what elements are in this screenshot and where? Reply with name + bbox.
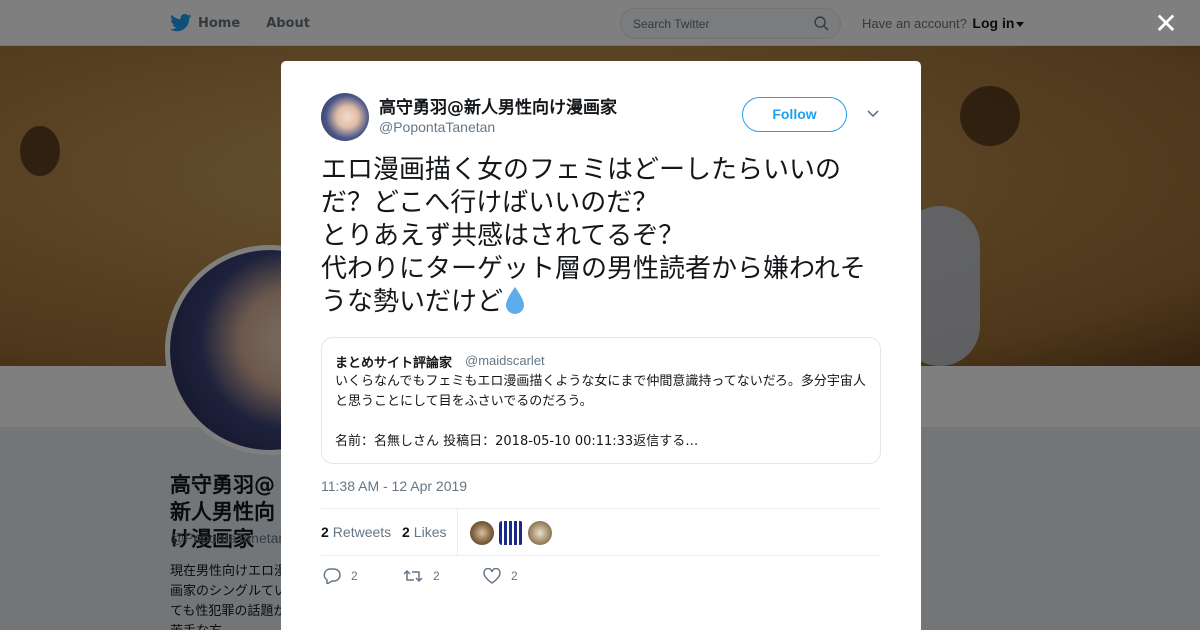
stats-divider (457, 509, 458, 555)
chevron-down-icon[interactable] (867, 110, 879, 118)
retweet-icon (403, 569, 423, 583)
liker-avatar[interactable] (499, 521, 523, 545)
author-name[interactable]: 高守勇羽@新人男性向け漫画家 (379, 93, 617, 118)
retweets-label: Retweets (332, 524, 392, 540)
quoted-tweet-text: いくらなんでもフェミもエロ漫画描くような女にまで仲間意識持ってないだろ。多分宇宙… (335, 374, 866, 449)
likes-count: 2 (402, 524, 410, 540)
likes-stat[interactable]: 2 Likes (402, 524, 446, 540)
follow-button[interactable]: Follow (742, 97, 847, 132)
reply-icon (323, 568, 341, 584)
retweets-stat[interactable]: 2 Retweets (321, 524, 391, 540)
retweets-count: 2 (321, 524, 329, 540)
tweet-timestamp[interactable]: 11:38 AM - 12 Apr 2019 (321, 478, 467, 494)
reply-action[interactable]: 2 (323, 568, 358, 584)
droplet-emoji-icon (506, 287, 525, 314)
reply-count: 2 (351, 569, 358, 583)
liker-avatar[interactable] (470, 521, 494, 545)
liker-avatar[interactable] (528, 521, 552, 545)
like-count: 2 (511, 569, 518, 583)
likes-label: Likes (413, 524, 447, 540)
quoted-author-handle: @maidscarlet (465, 353, 545, 368)
quoted-author-name: まとめサイト評論家 (335, 356, 453, 371)
tweet-text-body: エロ漫画描く女のフェミはどーしたらいいのだ？どこへ行けばいいのだ？ とりあえず共… (321, 155, 866, 317)
heart-icon (483, 568, 501, 584)
close-icon[interactable]: ✕ (1153, 10, 1179, 38)
like-action[interactable]: 2 (483, 568, 518, 584)
author-avatar[interactable] (321, 93, 369, 141)
retweet-count: 2 (433, 569, 440, 583)
tweet-text: エロ漫画描く女のフェミはどーしたらいいのだ？どこへ行けばいいのだ？ とりあえず共… (321, 154, 891, 319)
tweet-stats: 2 Retweets 2 Likes (321, 508, 881, 556)
author-handle[interactable]: @PopontaTanetan (379, 119, 495, 135)
retweet-action[interactable]: 2 (403, 568, 440, 584)
quoted-tweet[interactable]: まとめサイト評論家 @maidscarlet いくらなんでもフェミもエロ漫画描く… (321, 337, 881, 464)
tweet-modal: 高守勇羽@新人男性向け漫画家 @PopontaTanetan Follow エロ… (281, 61, 921, 630)
